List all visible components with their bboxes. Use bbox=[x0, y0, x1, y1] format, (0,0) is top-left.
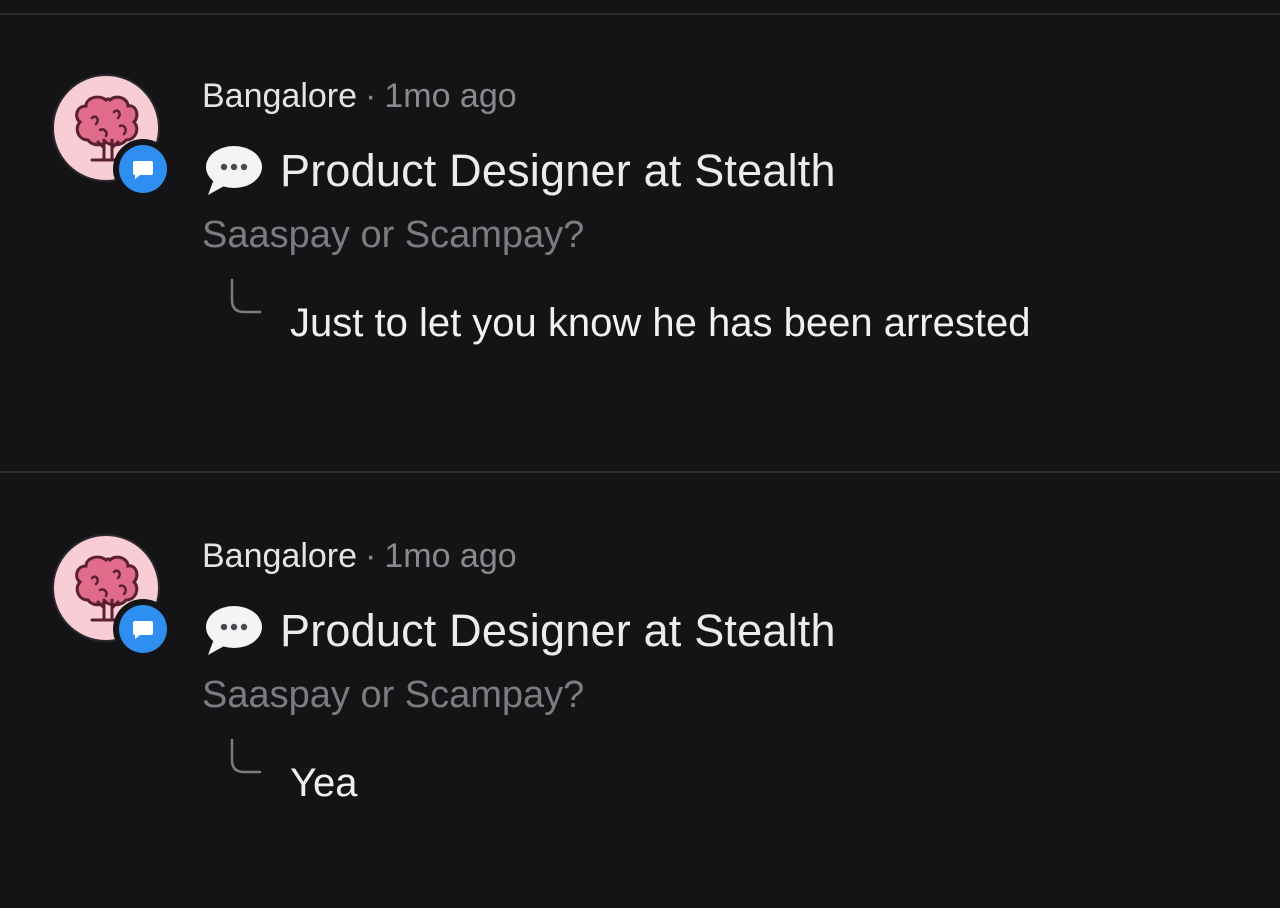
post-title[interactable]: Product Designer at Stealth bbox=[280, 145, 836, 197]
reply-thread-icon bbox=[230, 738, 262, 774]
reply-text[interactable]: Yea bbox=[290, 758, 358, 808]
top-divider bbox=[0, 13, 1280, 15]
chat-badge-icon bbox=[133, 161, 153, 179]
post-question[interactable]: Saaspay or Scampay? bbox=[202, 210, 584, 260]
speech-bubble-icon bbox=[202, 143, 264, 199]
location-label[interactable]: Bangalore bbox=[202, 537, 357, 575]
meta-separator: · bbox=[365, 77, 377, 115]
post-meta: Bangalore · 1mo ago bbox=[202, 534, 517, 578]
chat-badge bbox=[113, 139, 173, 199]
timestamp: 1mo ago bbox=[384, 537, 517, 575]
post-question[interactable]: Saaspay or Scampay? bbox=[202, 670, 584, 720]
post-title[interactable]: Product Designer at Stealth bbox=[280, 605, 836, 657]
feed-item[interactable]: Bangalore · 1mo ago Product Designer at St… bbox=[0, 74, 1280, 474]
post-meta: Bangalore · 1mo ago bbox=[202, 74, 517, 118]
post-title-row[interactable]: Product Designer at Stealth bbox=[202, 602, 836, 660]
post-title-row[interactable]: Product Designer at Stealth bbox=[202, 142, 836, 200]
reply-thread-icon bbox=[230, 278, 262, 314]
location-label[interactable]: Bangalore bbox=[202, 77, 357, 115]
item-divider bbox=[0, 471, 1280, 473]
timestamp: 1mo ago bbox=[384, 77, 517, 115]
chat-badge bbox=[113, 599, 173, 659]
meta-separator: · bbox=[365, 537, 377, 575]
reply-text[interactable]: Just to let you know he has been arreste… bbox=[290, 298, 1030, 348]
notifications-feed: Bangalore · 1mo ago Product Designer at St… bbox=[0, 0, 1280, 908]
chat-badge-icon bbox=[133, 621, 153, 639]
feed-item[interactable]: Bangalore · 1mo ago Product Designer at St… bbox=[0, 534, 1280, 908]
speech-bubble-icon bbox=[202, 603, 264, 659]
